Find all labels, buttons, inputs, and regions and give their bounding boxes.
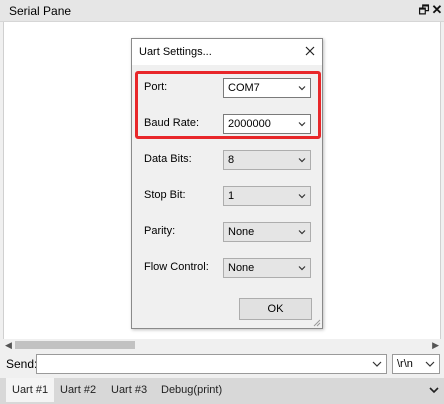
scroll-right-icon[interactable]: ▶ [432, 339, 439, 351]
send-label: Send: [6, 357, 38, 371]
tab-bar: Uart #1 Uart #2 Uart #3 Debug(print) [0, 378, 444, 404]
ok-button[interactable]: OK [239, 298, 312, 320]
close-icon[interactable] [302, 43, 318, 59]
horizontal-scrollbar[interactable]: ◀ ▶ [3, 339, 441, 351]
line-ending-select[interactable]: \r\n [392, 354, 440, 374]
close-icon[interactable]: ✕ [430, 2, 444, 18]
chevron-down-icon[interactable] [297, 263, 307, 273]
send-input[interactable] [36, 354, 387, 374]
flow-control-label: Flow Control: [144, 261, 209, 273]
uart-settings-dialog: Uart Settings... Port: COM7 Baud Rate: 2… [131, 38, 323, 329]
line-ending-value: \r\n [397, 358, 413, 370]
stop-bit-value: 1 [228, 190, 235, 202]
flow-control-select[interactable]: None [223, 258, 311, 278]
resize-grip-icon[interactable] [313, 319, 321, 327]
tab-debug-print[interactable]: Debug(print) [155, 378, 228, 402]
parity-select[interactable]: None [223, 222, 311, 242]
dialog-titlebar: Uart Settings... [132, 39, 322, 65]
data-bits-select[interactable]: 8 [223, 150, 311, 170]
chevron-down-icon[interactable] [297, 191, 307, 201]
tab-uart-2[interactable]: Uart #2 [54, 378, 102, 402]
parity-label: Parity: [144, 225, 176, 237]
scrollbar-thumb[interactable] [15, 341, 135, 349]
highlight-box [135, 71, 321, 139]
dialog-title: Uart Settings... [139, 46, 212, 58]
chevron-down-icon[interactable] [370, 357, 384, 371]
send-row: Send: \r\n [0, 352, 444, 376]
scroll-left-icon[interactable]: ◀ [5, 339, 12, 351]
flow-control-value: None [228, 262, 255, 274]
chevron-down-icon[interactable] [428, 384, 440, 396]
pane-title: Serial Pane [9, 4, 72, 18]
data-bits-value: 8 [228, 154, 235, 166]
parity-value: None [228, 226, 255, 238]
data-bits-label: Data Bits: [144, 153, 192, 165]
chevron-down-icon[interactable] [297, 155, 307, 165]
chevron-down-icon[interactable] [297, 227, 307, 237]
chevron-down-icon[interactable] [423, 357, 437, 371]
restore-icon[interactable]: 🗗 [417, 2, 431, 18]
pane-header: Serial Pane 🗗 ✕ [0, 0, 444, 22]
stop-bit-select[interactable]: 1 [223, 186, 311, 206]
tab-uart-1[interactable]: Uart #1 [6, 378, 55, 402]
tab-uart-3[interactable]: Uart #3 [105, 378, 153, 402]
stop-bit-label: Stop Bit: [144, 189, 186, 201]
